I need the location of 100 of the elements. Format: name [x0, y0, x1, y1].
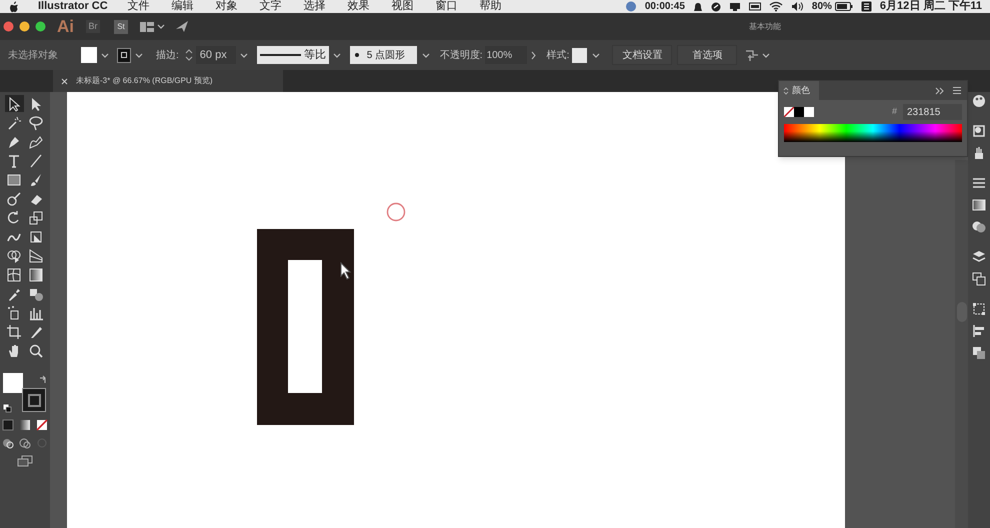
workspace-switcher[interactable]: 基本功能	[749, 20, 781, 32]
tool-button[interactable]	[26, 247, 46, 264]
tool-button[interactable]	[4, 323, 24, 340]
caret-icon[interactable]	[592, 52, 600, 58]
color-mode-icon[interactable]	[2, 419, 14, 431]
caret-icon[interactable]	[240, 52, 248, 58]
stock-button[interactable]: St	[114, 20, 128, 34]
line-icon	[28, 152, 44, 168]
panel-tab[interactable]: 颜色	[779, 81, 819, 100]
stroke-lines-icon[interactable]	[972, 176, 986, 190]
opacity-field[interactable]: 100%	[484, 46, 527, 64]
transparency-icon[interactable]	[972, 220, 986, 234]
menu-item[interactable]: 效果	[348, 0, 370, 15]
quick-swatches-icon[interactable]	[784, 107, 814, 117]
zoom-icon[interactable]	[35, 21, 46, 32]
stroke-profile-dropdown[interactable]: 等比	[256, 46, 329, 64]
stroke-swatch[interactable]	[22, 388, 46, 412]
apple-icon[interactable]	[8, 0, 19, 12]
battery-percent: 80%	[812, 0, 832, 14]
pathfinder-icon[interactable]	[972, 346, 986, 360]
brush-dropdown[interactable]: 5 点圆形	[350, 46, 417, 64]
lasso-icon	[28, 114, 44, 130]
screen-mode-icon[interactable]	[17, 455, 33, 467]
pointer-icon	[340, 262, 352, 280]
scroll-thumb[interactable]	[956, 302, 966, 322]
menu-item[interactable]: 视图	[392, 0, 414, 15]
tool-button[interactable]	[26, 209, 46, 226]
hex-label: #	[892, 105, 897, 118]
menu-item[interactable]: 选择	[304, 0, 326, 15]
scrollbar[interactable]	[955, 160, 968, 528]
none-mode-icon[interactable]	[36, 419, 48, 431]
menu-item[interactable]: 帮助	[480, 0, 502, 15]
display-icon[interactable]	[728, 2, 741, 12]
bridge-button[interactable]: Br	[86, 20, 100, 33]
caret-icon[interactable]	[101, 52, 109, 58]
caret-icon[interactable]	[135, 52, 143, 58]
input-method-icon[interactable]	[860, 1, 872, 12]
app-logo: Ai	[57, 16, 74, 38]
mesh-icon	[6, 266, 22, 282]
style-label: 样式:	[546, 48, 570, 62]
gradient-panel-icon[interactable]	[972, 198, 986, 212]
layers-icon[interactable]	[972, 250, 986, 264]
transform-icon[interactable]	[972, 302, 986, 316]
recording-time: 00:00:45	[644, 0, 685, 14]
close-icon[interactable]	[3, 21, 14, 32]
tool-button[interactable]	[26, 266, 46, 283]
speaker-icon[interactable]	[790, 1, 804, 12]
align-icon[interactable]	[972, 324, 986, 338]
caret-icon[interactable]	[422, 52, 430, 58]
toolbar-button[interactable]: 文档设置	[612, 45, 672, 65]
swap-icon[interactable]	[39, 375, 47, 384]
minimize-icon[interactable]	[19, 21, 30, 32]
toolbar-button[interactable]: 首选项	[677, 45, 738, 65]
stroke-swatch[interactable]	[117, 48, 131, 62]
fill-swatch[interactable]	[81, 47, 97, 63]
document-tab[interactable]: 未标题-3* @ 66.67% (RGB/GPU 预览)	[53, 70, 283, 92]
layout-icon[interactable]	[140, 22, 154, 32]
brushes-icon[interactable]	[972, 146, 986, 160]
close-icon[interactable]	[61, 78, 68, 84]
menu-item[interactable]: 文字	[260, 0, 282, 15]
caret-icon[interactable]	[157, 23, 165, 30]
artboards-icon[interactable]	[972, 272, 986, 286]
menu-item[interactable]: 窗口	[436, 0, 458, 15]
battery-icon[interactable]	[834, 2, 853, 11]
wifi-icon[interactable]	[768, 1, 783, 12]
keyboard-icon[interactable]	[748, 2, 761, 11]
tool-button[interactable]	[4, 266, 24, 283]
app-menu[interactable]: Illustrator CC	[38, 0, 108, 15]
stroke-label: 描边:	[156, 48, 179, 62]
draw-normal-icon[interactable]	[2, 437, 14, 449]
menu-item[interactable]: 对象	[216, 0, 238, 15]
caret-icon[interactable]	[332, 52, 341, 58]
tool-button[interactable]	[4, 190, 24, 207]
pen-icon	[28, 134, 44, 150]
send-icon[interactable]	[175, 20, 189, 33]
chevron-icon[interactable]	[530, 50, 537, 60]
spinner-icon[interactable]	[184, 49, 193, 61]
scale-icon	[28, 210, 44, 226]
type-icon	[6, 152, 22, 168]
color-spectrum[interactable]	[784, 124, 962, 142]
date-time[interactable]: 6月12日 周二 下午11	[880, 0, 982, 15]
zoom-icon	[28, 342, 44, 358]
default-colors-icon[interactable]	[3, 404, 12, 413]
spinner-icon[interactable]	[783, 86, 789, 94]
menu-item[interactable]: 文件	[128, 0, 150, 15]
panel-menu-icon[interactable]	[952, 86, 962, 95]
fill-swatch[interactable]	[3, 373, 23, 393]
menu-item[interactable]: 编辑	[172, 0, 194, 15]
stroke-weight-field[interactable]: 60 px	[196, 46, 236, 64]
collapse-icon[interactable]	[935, 86, 944, 94]
hex-field[interactable]: 231815	[903, 104, 962, 120]
tool-button[interactable]	[4, 95, 24, 112]
caret-icon[interactable]	[762, 52, 770, 58]
wand-icon	[6, 114, 22, 130]
style-swatch[interactable]	[572, 48, 588, 62]
cursor-ring	[386, 202, 406, 222]
opacity-label: 不透明度:	[440, 48, 483, 62]
gradient-mode-icon[interactable]	[19, 419, 31, 431]
tool-button[interactable]	[26, 114, 46, 131]
draw-behind-icon[interactable]	[19, 437, 31, 449]
